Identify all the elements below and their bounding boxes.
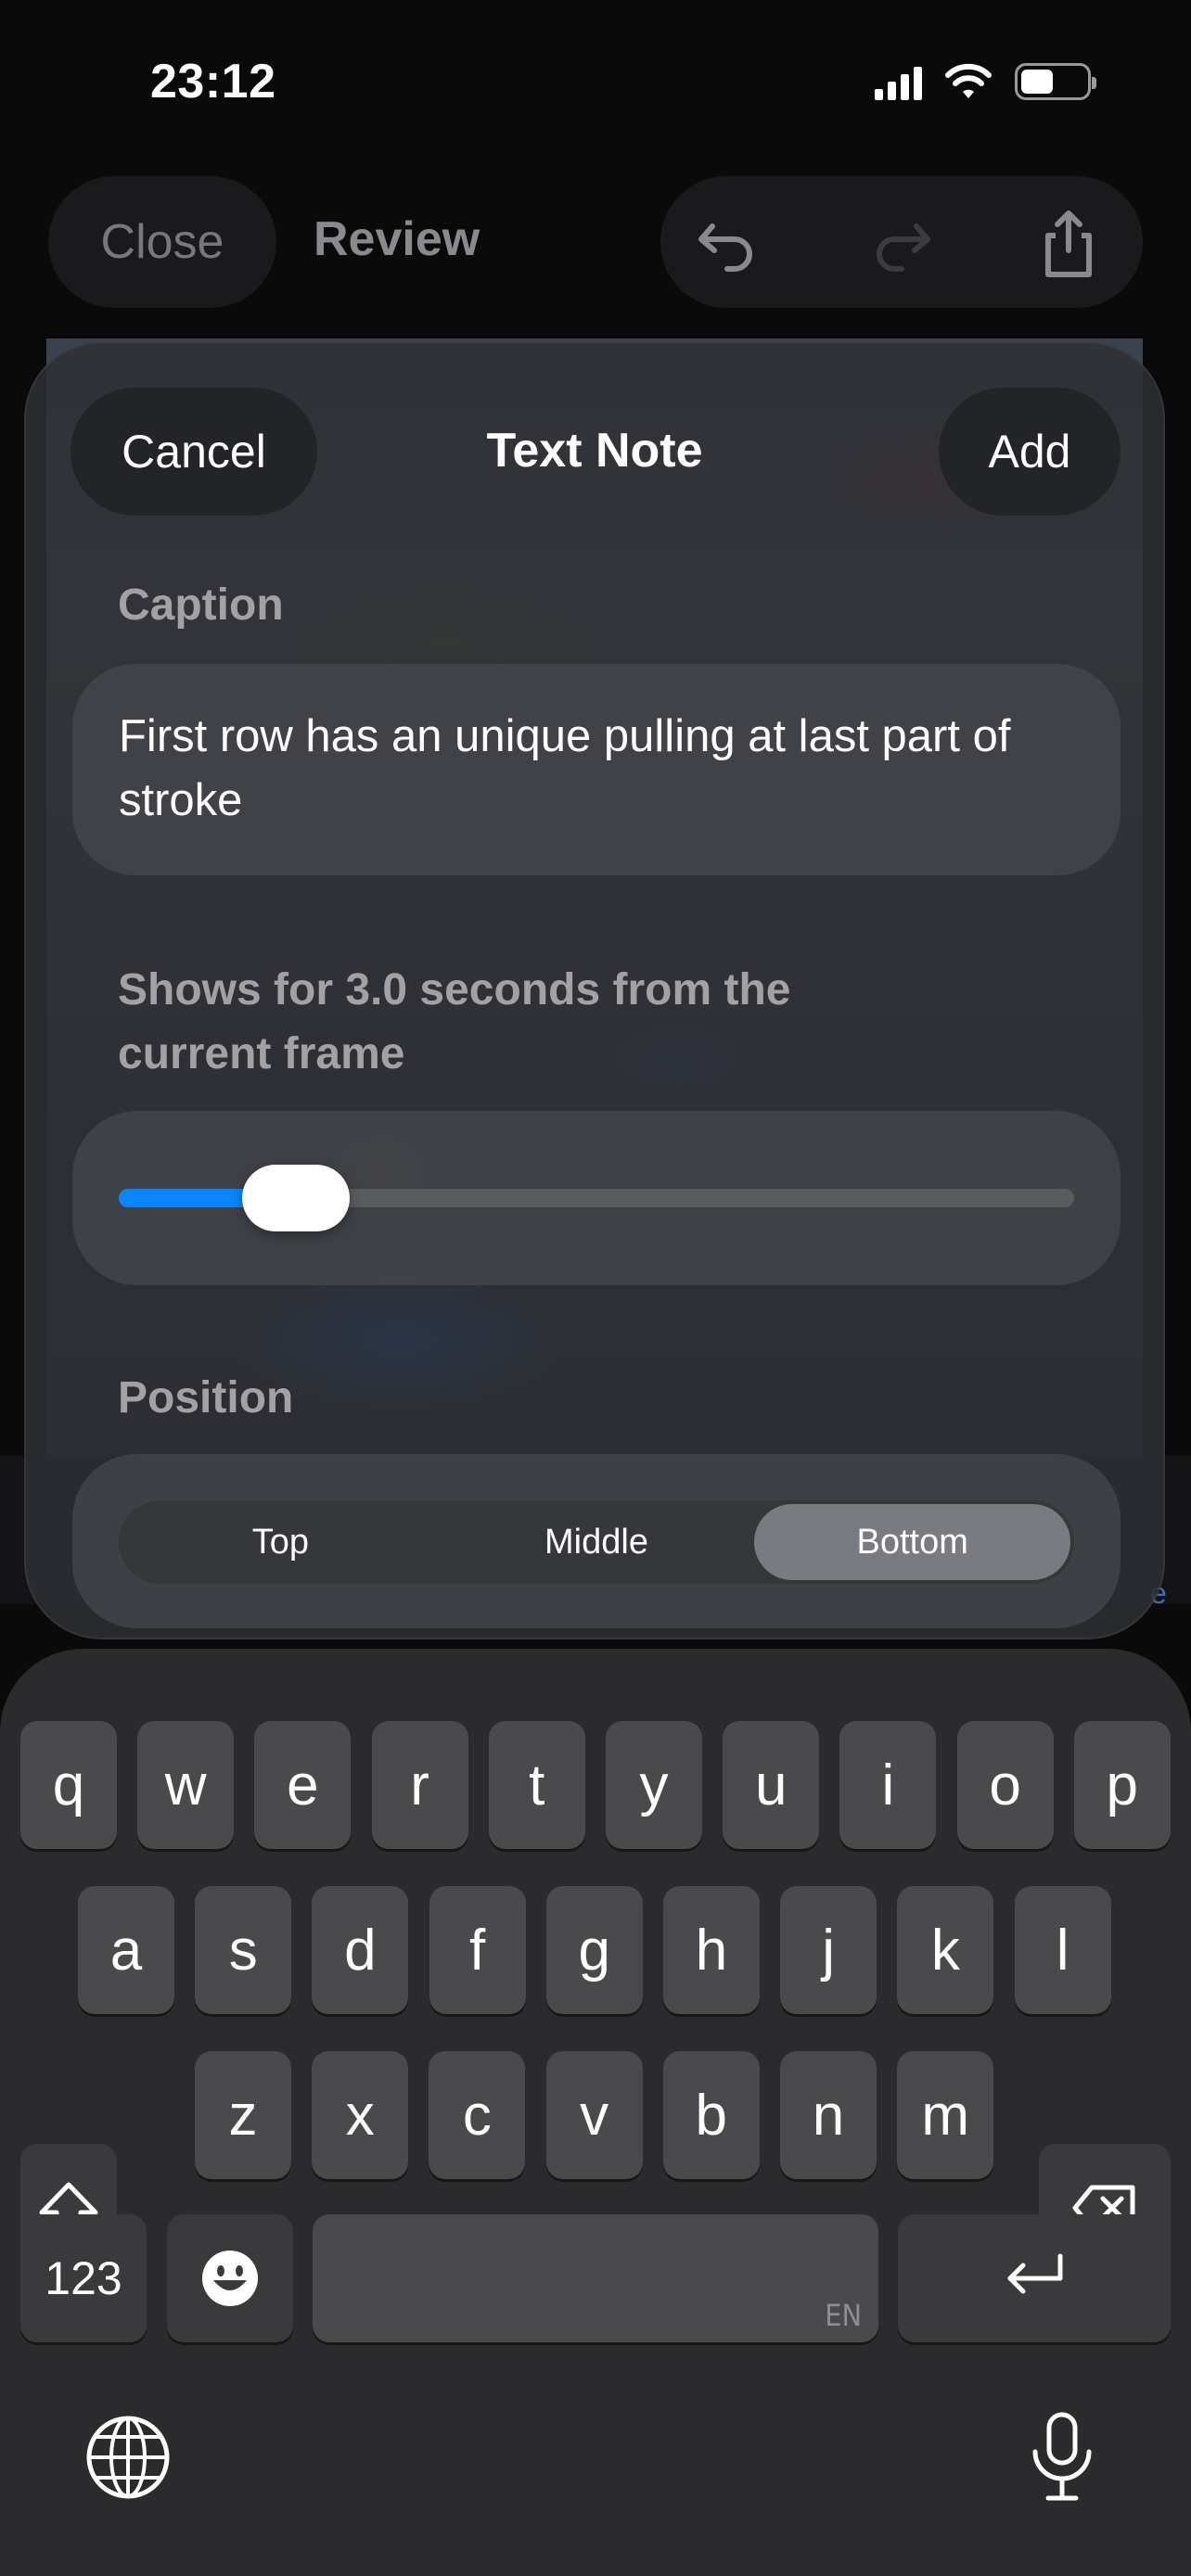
text-note-sheet: Cancel Text Note Add Caption First row h… [24, 341, 1165, 1639]
keyboard: qwertyuiop asdfghjkl zxcvbnm 123 EN [0, 1649, 1191, 2576]
position-option-middle[interactable]: Middle [439, 1504, 755, 1580]
key-j[interactable]: j [780, 1886, 877, 2014]
editor-toolbar [660, 176, 1143, 308]
return-icon [1007, 2253, 1063, 2294]
numbers-key[interactable]: 123 [20, 2214, 147, 2342]
key-s[interactable]: s [195, 1886, 292, 2014]
emoji-key[interactable] [167, 2214, 293, 2342]
key-h[interactable]: h [663, 1886, 760, 2014]
key-d[interactable]: d [312, 1886, 409, 2014]
key-b[interactable]: b [662, 2051, 760, 2179]
position-segmented-control: Top Middle Bottom [119, 1500, 1074, 1584]
key-y[interactable]: y [606, 1721, 702, 1849]
wifi-icon [945, 63, 992, 98]
duration-slider-thumb[interactable] [241, 1165, 350, 1231]
key-r[interactable]: r [371, 1721, 468, 1849]
duration-label: Shows for 3.0 seconds from the current f… [118, 965, 791, 1078]
signal-icon [875, 63, 922, 100]
position-option-top[interactable]: Top [122, 1504, 439, 1580]
language-hint: EN [825, 2298, 862, 2333]
status-icons [875, 63, 1096, 100]
key-i[interactable]: i [839, 1721, 937, 1849]
duration-slider-card [72, 1111, 1121, 1285]
close-button[interactable]: Close [48, 176, 276, 308]
position-option-bottom[interactable]: Bottom [754, 1504, 1071, 1580]
redo-icon[interactable] [864, 206, 939, 280]
key-v[interactable]: v [545, 2051, 643, 2179]
key-m[interactable]: m [897, 2051, 994, 2179]
return-key[interactable] [898, 2214, 1171, 2342]
key-u[interactable]: u [723, 1721, 820, 1849]
key-f[interactable]: f [429, 1886, 526, 2014]
key-l[interactable]: l [1014, 1886, 1111, 2014]
globe-icon[interactable] [85, 2415, 171, 2500]
key-c[interactable]: c [429, 2051, 526, 2179]
key-k[interactable]: k [897, 1886, 994, 2014]
key-x[interactable]: x [312, 2051, 409, 2179]
emoji-icon [202, 2251, 258, 2306]
key-n[interactable]: n [780, 2051, 877, 2179]
position-card: Top Middle Bottom [72, 1454, 1121, 1628]
microphone-icon[interactable] [1028, 2411, 1096, 2504]
key-z[interactable]: z [195, 2051, 291, 2179]
key-o[interactable]: o [956, 1721, 1054, 1849]
key-t[interactable]: t [488, 1721, 585, 1849]
add-button[interactable]: Add [939, 388, 1121, 516]
status-time: 23:12 [150, 55, 276, 108]
key-e[interactable]: e [254, 1721, 352, 1849]
key-g[interactable]: g [545, 1886, 643, 2014]
battery-icon [1015, 63, 1096, 100]
position-label: Position [118, 1373, 294, 1422]
caption-field[interactable]: First row has an unique pulling at last … [72, 664, 1121, 875]
page-title: Review [314, 212, 480, 266]
key-w[interactable]: w [137, 1721, 235, 1849]
key-a[interactable]: a [78, 1886, 174, 2014]
space-bar[interactable]: EN [313, 2214, 878, 2342]
key-q[interactable]: q [20, 1721, 117, 1849]
undo-icon[interactable] [690, 206, 764, 280]
share-icon[interactable] [1031, 206, 1106, 280]
key-p[interactable]: p [1073, 1721, 1171, 1849]
caption-label: Caption [118, 580, 284, 630]
